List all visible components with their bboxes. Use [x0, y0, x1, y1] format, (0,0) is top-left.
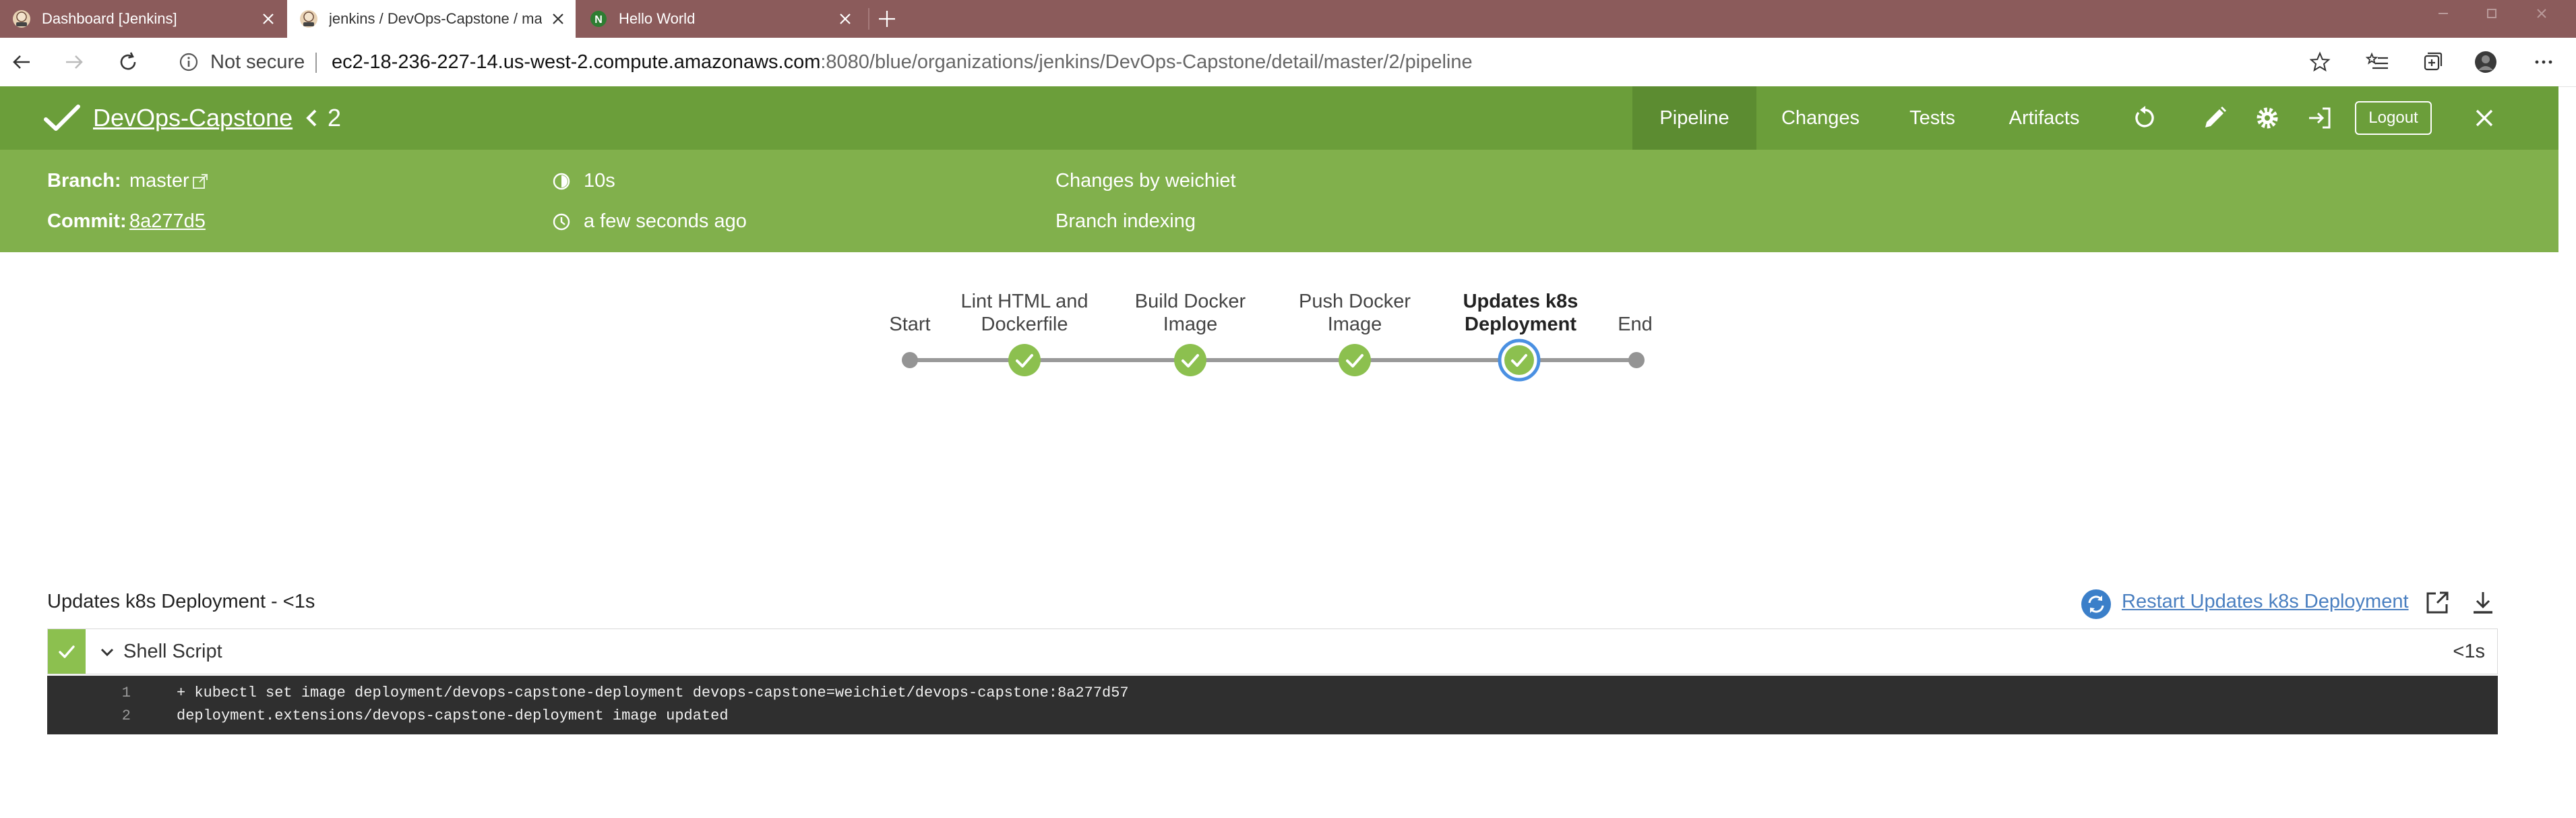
collections-icon[interactable] — [2420, 50, 2444, 74]
success-check-icon — [44, 105, 80, 131]
window-close-icon[interactable] — [2532, 5, 2552, 22]
project-name-link[interactable]: DevOps-Capstone — [93, 86, 293, 150]
stage-label-end[interactable]: End — [1558, 313, 1713, 336]
run-cause: Branch indexing — [1055, 210, 1196, 232]
branch-label: Branch: — [47, 170, 121, 192]
log-line-text: + kubectl set image deployment/devops-ca… — [177, 684, 1129, 701]
step-row-shell-script[interactable]: Shell Script <1s — [47, 629, 2498, 674]
refresh-icon[interactable] — [116, 50, 140, 74]
go-to-classic-icon[interactable] — [2306, 105, 2333, 132]
run-summary-bar: Branch: master Commit: 8a277d5 10s a few… — [0, 150, 2558, 252]
step-title: Shell Script — [123, 641, 222, 662]
end-node — [1628, 352, 1645, 368]
run-time-ago: a few seconds ago — [584, 210, 747, 232]
info-icon[interactable] — [178, 51, 200, 73]
forward-arrow-icon[interactable] — [62, 50, 86, 74]
url-host: ec2-18-236-227-14.us-west-2.compute.amaz… — [332, 51, 821, 73]
run-number: 2 — [328, 104, 342, 132]
browser-tab-dashboard[interactable]: Dashboard [Jenkins] — [0, 0, 286, 38]
log-line-text: deployment.extensions/devops-capstone-de… — [177, 707, 729, 724]
success-check-icon — [59, 645, 75, 658]
browser-tab-jenkins-pipeline[interactable]: jenkins / DevOps-Capstone / ma — [287, 0, 576, 38]
close-icon[interactable] — [259, 9, 278, 28]
browser-tab-hello-world[interactable]: N Hello World — [577, 0, 865, 38]
step-status — [48, 629, 86, 674]
chevron-left-icon[interactable] — [303, 108, 319, 128]
selected-stage-check-icon[interactable] — [1498, 339, 1541, 382]
tab-title: Dashboard [Jenkins] — [42, 10, 177, 27]
log-line-number[interactable]: 1 — [47, 682, 131, 704]
back-arrow-icon[interactable] — [9, 50, 34, 74]
stage-label-lint[interactable]: Lint HTML and Dockerfile — [947, 290, 1102, 336]
address-bar: Not secure ec2-18-236-227-14.us-west-2.c… — [0, 38, 2576, 87]
tab-tests[interactable]: Tests — [1884, 86, 1980, 150]
download-icon[interactable] — [2470, 589, 2496, 616]
jenkins-icon — [13, 10, 30, 28]
duration-icon — [553, 173, 570, 190]
success-check-icon[interactable] — [1173, 343, 1208, 378]
rerun-icon[interactable] — [2131, 105, 2158, 132]
jenkins-header: DevOps-Capstone 2 Pipeline Changes Tests… — [0, 86, 2558, 150]
svg-text:N: N — [594, 14, 603, 26]
changes-by: Changes by weichiet — [1055, 170, 1236, 192]
restart-stage-link[interactable]: Restart Updates k8s Deployment — [2122, 588, 2409, 615]
url-field[interactable]: ec2-18-236-227-14.us-west-2.compute.amaz… — [332, 38, 1473, 86]
stage-detail-title: Updates k8s Deployment - <1s — [47, 591, 315, 612]
profile-avatar-icon[interactable] — [2474, 50, 2498, 74]
clock-icon — [553, 213, 570, 231]
minimize-icon[interactable] — [2433, 5, 2453, 22]
star-icon[interactable] — [2308, 50, 2332, 74]
n-app-icon: N — [590, 11, 607, 27]
security-label[interactable]: Not secure — [210, 38, 305, 86]
tab-changes[interactable]: Changes — [1758, 86, 1883, 150]
chevron-down-icon[interactable] — [99, 644, 115, 660]
new-tab-icon[interactable] — [876, 8, 898, 30]
tab-title: jenkins / DevOps-Capstone / ma — [329, 10, 542, 27]
maximize-icon[interactable] — [2482, 5, 2502, 22]
tab-divider — [868, 8, 869, 30]
jenkins-icon — [300, 10, 317, 28]
success-check-icon[interactable] — [1337, 343, 1372, 378]
edit-pencil-icon[interactable] — [2201, 105, 2228, 132]
start-node — [902, 352, 918, 368]
commit-label: Commit: — [47, 210, 127, 232]
stage-label-build[interactable]: Build Docker Image — [1113, 290, 1268, 336]
success-check-icon[interactable] — [1007, 343, 1042, 378]
more-options-icon[interactable] — [2532, 50, 2556, 74]
tab-pipeline[interactable]: Pipeline — [1632, 86, 1756, 150]
browser-tab-strip: Dashboard [Jenkins] jenkins / DevOps-Cap… — [0, 0, 2576, 38]
url-path: :8080/blue/organizations/jenkins/DevOps-… — [820, 51, 1473, 73]
step-log-output: 1 + kubectl set image deployment/devops-… — [47, 676, 2498, 734]
run-duration: 10s — [584, 170, 615, 192]
external-link-icon[interactable] — [191, 173, 209, 190]
restart-stage-icon[interactable] — [2080, 588, 2112, 620]
close-icon[interactable] — [836, 9, 855, 28]
log-line: 2 deployment.extensions/devops-capstone-… — [47, 705, 2498, 727]
branch-value[interactable]: master — [129, 167, 189, 194]
close-icon[interactable] — [549, 9, 568, 28]
stage-label-push[interactable]: Push Docker Image — [1277, 290, 1432, 336]
gear-icon[interactable] — [2254, 105, 2281, 132]
tab-artifacts[interactable]: Artifacts — [1982, 86, 2107, 150]
step-duration: <1s — [2453, 641, 2485, 662]
favorites-list-icon[interactable] — [2366, 50, 2390, 74]
tab-title: Hello World — [619, 10, 696, 27]
close-icon[interactable] — [2471, 105, 2498, 132]
logout-button[interactable]: Logout — [2355, 101, 2432, 135]
log-line: 1 + kubectl set image deployment/devops-… — [47, 682, 2498, 704]
log-line-number[interactable]: 2 — [47, 705, 131, 727]
commit-link[interactable]: 8a277d5 — [129, 208, 206, 235]
url-divider — [315, 53, 317, 73]
open-in-new-window-icon[interactable] — [2424, 589, 2451, 616]
